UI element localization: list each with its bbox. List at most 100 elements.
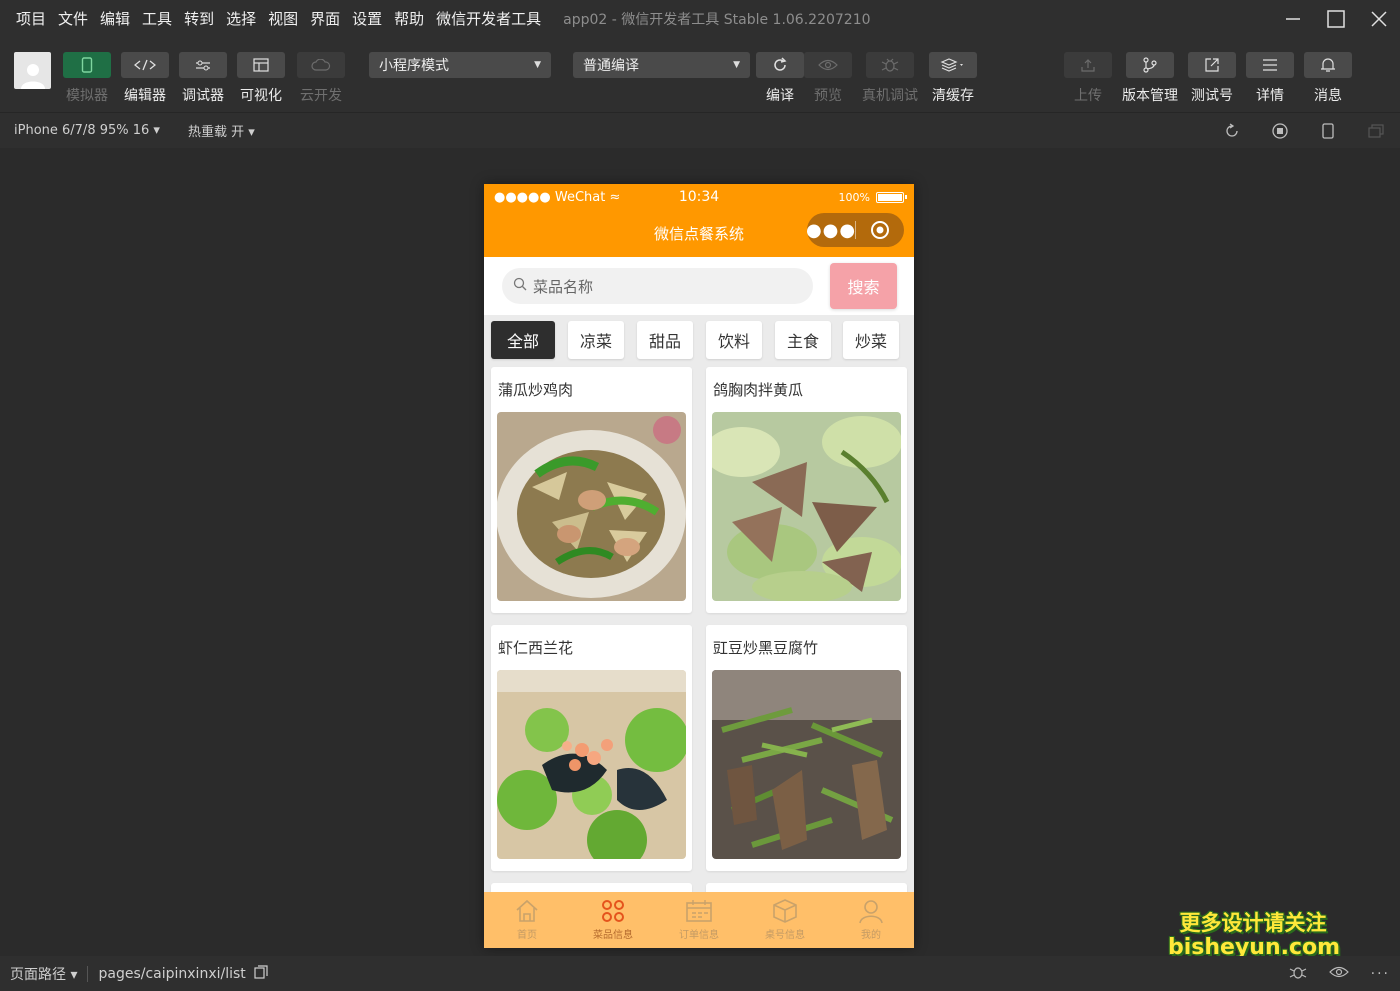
version-button[interactable]: 版本管理 — [1122, 52, 1178, 105]
remote-debug-button[interactable]: 真机调试 — [862, 52, 918, 105]
clear-cache-button[interactable]: 清缓存 — [928, 52, 978, 105]
dish-name: 虾仁西兰花 — [498, 639, 574, 657]
category-staple[interactable]: 主食 — [775, 321, 831, 359]
tab-home[interactable]: 首页 — [484, 892, 570, 948]
simulator-actions — [1208, 113, 1400, 149]
menu-interface[interactable]: 界面 — [304, 0, 346, 38]
menu-view[interactable]: 视图 — [262, 0, 304, 38]
phone-icon[interactable] — [1304, 113, 1352, 149]
tab-orders-label: 订单信息 — [679, 930, 719, 941]
dish-photo — [497, 412, 686, 601]
search-button[interactable]: 搜索 — [830, 263, 897, 309]
refresh-icon — [756, 52, 804, 78]
tab-me[interactable]: 我的 — [828, 892, 914, 948]
close-icon[interactable] — [1357, 0, 1400, 38]
menu-project[interactable]: 项目 — [10, 0, 52, 38]
stop-icon[interactable] — [1256, 113, 1304, 149]
more-icon[interactable]: ··· — [1371, 966, 1390, 982]
search-input[interactable]: 菜品名称 — [502, 268, 813, 304]
category-cold[interactable]: 凉菜 — [568, 321, 624, 359]
dish-card[interactable]: 蒲瓜炒鸡肉 — [491, 367, 692, 613]
dish-name: 鸽胸肉拌黄瓜 — [713, 381, 804, 399]
clear-cache-label: 清缓存 — [932, 88, 974, 104]
nav-bar: 微信点餐系统 ●●● — [484, 210, 914, 257]
compile-select-value: 普通编译 — [583, 58, 639, 74]
watermark: 更多设计请关注 bisheyun.com — [1168, 911, 1340, 960]
category-dessert[interactable]: 甜品 — [637, 321, 693, 359]
maximize-icon[interactable] — [1314, 0, 1357, 38]
minimize-icon[interactable] — [1271, 0, 1314, 38]
preview-label: 预览 — [814, 88, 842, 104]
home-icon — [516, 899, 538, 922]
rotate-icon[interactable] — [1208, 113, 1256, 149]
visual-button[interactable]: 可视化 — [236, 52, 286, 105]
menu-edit[interactable]: 编辑 — [94, 0, 136, 38]
caret-down-icon: ▼ — [733, 60, 740, 70]
device-select[interactable]: iPhone 6/7/8 95% 16 ▾ — [14, 123, 160, 138]
main-menu: 项目 文件 编辑 工具 转到 选择 视图 界面 设置 帮助 微信开发者工具 — [0, 0, 547, 38]
editor-button[interactable]: 编辑器 — [120, 52, 170, 105]
eye-icon[interactable] — [1328, 966, 1349, 982]
menu-devtools[interactable]: 微信开发者工具 — [430, 0, 547, 38]
dish-photo — [497, 670, 686, 859]
tab-bar: 首页 菜品信息 订单信息 桌号信息 我的 — [484, 892, 914, 948]
mode-select[interactable]: 小程序模式 ▼ — [369, 52, 551, 78]
debug-icon — [179, 52, 227, 78]
menu-tools[interactable]: 工具 — [136, 0, 178, 38]
dish-card[interactable]: 豇豆炒黑豆腐竹 — [706, 625, 907, 871]
bug-icon — [866, 52, 914, 78]
visual-label: 可视化 — [240, 88, 282, 104]
copy-icon[interactable] — [254, 964, 268, 983]
hot-reload-select[interactable]: 热重载 开 ▾ — [188, 121, 255, 140]
upload-button[interactable]: 上传 — [1063, 52, 1113, 105]
menu-settings[interactable]: 设置 — [346, 0, 388, 38]
dish-photo — [712, 412, 901, 601]
capsule-menu: ●●● — [806, 213, 904, 247]
window-icon[interactable] — [1352, 113, 1400, 149]
details-label: 详情 — [1256, 88, 1284, 104]
tab-dishes-label: 菜品信息 — [593, 930, 633, 941]
remote-debug-label: 真机调试 — [862, 88, 918, 104]
page-path-dropdown[interactable]: 页面路径 ▾ — [10, 964, 77, 984]
avatar[interactable] — [14, 52, 51, 89]
mode-select-value: 小程序模式 — [379, 58, 449, 74]
compile-select[interactable]: 普通编译 ▼ — [573, 52, 750, 78]
compile-button[interactable]: 编译 — [755, 52, 805, 105]
debugger-button[interactable]: 调试器 — [178, 52, 228, 105]
cloud-button[interactable]: 云开发 — [296, 52, 346, 105]
messages-button[interactable]: 消息 — [1303, 52, 1353, 105]
category-all[interactable]: 全部 — [491, 321, 555, 359]
menu-lines-icon — [1246, 52, 1294, 78]
bug-icon[interactable] — [1289, 964, 1307, 984]
more-dots-icon[interactable]: ●●● — [806, 220, 855, 241]
tab-dishes[interactable]: 菜品信息 — [570, 892, 656, 948]
category-stirfry[interactable]: 炒菜 — [843, 321, 899, 359]
phone-icon — [63, 52, 111, 78]
menu-goto[interactable]: 转到 — [178, 0, 220, 38]
phone-status-bar: ●●●●● WeChat ≈ 10:34 100% — [484, 184, 914, 210]
tab-orders[interactable]: 订单信息 — [656, 892, 742, 948]
tab-me-label: 我的 — [861, 930, 881, 941]
close-miniprogram-icon[interactable] — [856, 220, 904, 240]
window-controls — [1271, 0, 1400, 38]
menu-select[interactable]: 选择 — [220, 0, 262, 38]
details-button[interactable]: 详情 — [1245, 52, 1295, 105]
dish-card[interactable]: 鸽胸肉拌黄瓜 — [706, 367, 907, 613]
menu-file[interactable]: 文件 — [52, 0, 94, 38]
hot-reload-value: 热重载 开 — [187, 125, 245, 140]
status-bar: 页面路径 ▾ pages/caipinxinxi/list ··· — [0, 956, 1400, 991]
preview-button[interactable]: 预览 — [803, 52, 853, 105]
page-path-label: 页面路径 — [10, 966, 66, 983]
menu-help[interactable]: 帮助 — [388, 0, 430, 38]
debugger-label: 调试器 — [182, 88, 224, 104]
search-icon — [513, 277, 527, 295]
search-row: 菜品名称 搜索 — [484, 257, 914, 315]
dish-card[interactable]: 虾仁西兰花 — [491, 625, 692, 871]
upload-icon — [1064, 52, 1112, 78]
category-drinks[interactable]: 饮料 — [706, 321, 762, 359]
simulator-button[interactable]: 模拟器 — [62, 52, 112, 105]
tab-tables[interactable]: 桌号信息 — [742, 892, 828, 948]
category-bar: 全部 凉菜 甜品 饮料 主食 炒菜 — [484, 315, 914, 367]
search-placeholder: 菜品名称 — [533, 277, 594, 296]
test-account-button[interactable]: 测试号 — [1187, 52, 1237, 105]
